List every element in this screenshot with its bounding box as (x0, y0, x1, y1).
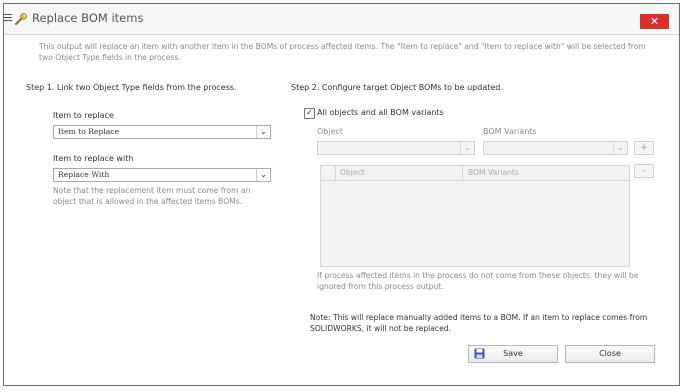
bom-variants-label: BOM Variants (483, 127, 537, 136)
grid-header: Object BOM Variants (321, 166, 629, 181)
close-button[interactable]: Close (565, 345, 655, 363)
affected-items-note: If process affected items in the process… (317, 271, 639, 291)
all-objects-checkbox[interactable]: ✓ (304, 108, 315, 119)
save-button[interactable]: Save (468, 345, 558, 363)
step1-heading: Step 1. Link two Object Type fields from… (26, 83, 237, 92)
item-to-replace-with-label: Item to replace with (53, 154, 134, 163)
remove-button[interactable]: - (634, 164, 654, 178)
object-bom-grid[interactable]: Object BOM Variants (320, 165, 630, 267)
item-to-replace-with-select[interactable]: Replace With ⌄ (53, 168, 271, 182)
save-icon (474, 348, 485, 359)
add-button[interactable]: + (634, 141, 654, 155)
column-divider[interactable] (462, 166, 463, 180)
item-to-replace-select[interactable]: Item to Replace ⌄ (53, 125, 271, 139)
replacement-note: Note that the replacement item must come… (53, 186, 251, 206)
dialog-title: Replace BOM items (32, 11, 144, 25)
solidworks-warning-note: Note: This will replace manually added i… (310, 313, 648, 333)
step2-heading: Step 2. Configure target Object BOMs to … (291, 83, 503, 92)
chevron-down-icon[interactable]: ⌄ (256, 126, 270, 138)
chevron-down-icon[interactable]: ⌄ (460, 142, 474, 154)
grid-column-bom-variants[interactable]: BOM Variants (468, 168, 519, 177)
save-button-label: Save (503, 349, 523, 358)
item-to-replace-value: Item to Replace (58, 127, 119, 136)
close-window-button[interactable]: ✕ (640, 14, 669, 29)
all-objects-label: All objects and all BOM variants (317, 108, 444, 117)
dialog-description: This output will replace an item with an… (39, 42, 646, 62)
object-select[interactable]: ⌄ (317, 141, 475, 155)
chevron-down-icon[interactable]: ⌄ (256, 169, 270, 181)
title-bar[interactable]: Replace BOM items ✕ (4, 4, 679, 35)
drag-grip-icon[interactable] (4, 14, 12, 23)
chevron-down-icon[interactable]: ⌄ (613, 142, 627, 154)
replace-bom-items-dialog: Replace BOM items ✕ This output will rep… (3, 3, 680, 386)
grid-select-all-cell[interactable] (321, 166, 336, 180)
bom-variants-select[interactable]: ⌄ (483, 141, 628, 155)
object-label: Object (317, 127, 344, 136)
item-to-replace-label: Item to replace (53, 111, 114, 120)
item-to-replace-with-value: Replace With (58, 170, 110, 179)
wrench-icon (15, 13, 27, 25)
grid-column-object[interactable]: Object (340, 168, 365, 177)
